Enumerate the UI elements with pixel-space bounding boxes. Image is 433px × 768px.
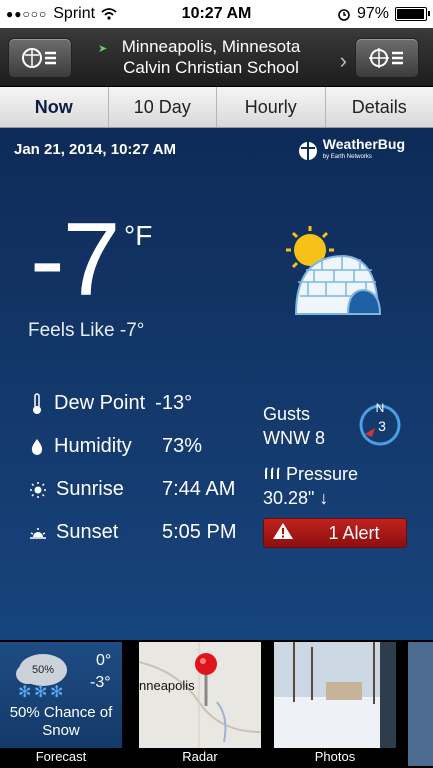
crosshair-menu-icon [369, 48, 403, 68]
sunrise-label-row: Sunrise [30, 478, 124, 501]
sun-igloo-icon [286, 226, 382, 315]
location-arrow-icon: ➤ [98, 43, 108, 55]
gusts-block: Gusts WNW 8 [263, 402, 325, 450]
bottom-tiles: ✻ ✻ ✻ 50% 0° -3° 50% Chance of Snow Foreca… [0, 640, 433, 768]
tab-bar: Now 10 Day Hourly Details [0, 87, 433, 128]
temperature-unit: °F [124, 220, 153, 251]
observation-date: Jan 21, 2014, 10:27 AM [14, 141, 177, 158]
feels-like: Feels Like -7° [28, 320, 145, 341]
app-header: ➤ Minneapolis, Minnesota Calvin Christia… [0, 28, 433, 87]
chance-badge: 50% [32, 664, 54, 676]
dew-point-label: Dew Point [54, 392, 146, 414]
location-selector[interactable]: ➤ Minneapolis, Minnesota Calvin Christia… [96, 36, 326, 78]
humidity-label-row: Humidity [30, 435, 132, 458]
map-pin-icon [195, 653, 217, 706]
sunset-label-row: Sunset [30, 521, 118, 544]
weatherbug-menu-icon [22, 48, 56, 68]
compass-north: N [376, 401, 385, 415]
tab-hourly[interactable]: Hourly [217, 87, 326, 127]
brand-sub: by Earth Networks [322, 154, 372, 160]
sunrise-icon [30, 481, 46, 498]
pressure-value: 30.28" ↓ [263, 488, 329, 508]
gusts-value: WNW 8 [263, 428, 325, 448]
pressure-label-row: Pressure [263, 462, 358, 486]
radar-tile[interactable]: nneapolis Radar [139, 642, 261, 766]
tab-details[interactable]: Details [326, 87, 433, 127]
current-conditions: Jan 21, 2014, 10:27 AM WeatherBug by Eart… [0, 128, 433, 640]
forecast-tile[interactable]: ✻ ✻ ✻ 50% 0° -3° 50% Chance of Snow Foreca… [0, 642, 122, 766]
svg-text:✻: ✻ [50, 684, 63, 700]
weatherbug-logo: WeatherBug by Earth Networks [297, 136, 405, 164]
sunrise-value: 7:44 AM [162, 478, 236, 500]
forecast-low: -3° [90, 674, 111, 691]
weatherbug-logo-icon [298, 142, 317, 160]
wind-compass-icon: N 3 [359, 401, 401, 446]
chevron-right-icon: › [339, 48, 347, 73]
pressure-label: Pressure [286, 464, 359, 484]
location-station: Calvin Christian School [123, 58, 299, 77]
radar-city: nneapolis [139, 678, 195, 693]
pressure-icon [265, 467, 280, 479]
photos-tile[interactable]: Photos [274, 642, 396, 766]
current-temperature: -7 [30, 202, 120, 318]
forecast-chance: 50% Chance of Snow [9, 704, 113, 739]
sunset-icon [30, 527, 46, 539]
pressure-block: Pressure 30.28" ↓ [263, 462, 358, 510]
humidity-value: 73% [162, 435, 203, 457]
brand-name: WeatherBug [322, 136, 405, 152]
alarm-icon [338, 9, 350, 21]
sunrise-label: Sunrise [56, 478, 124, 500]
location-city: Minneapolis, Minnesota [121, 37, 301, 56]
forecast-caption: Forecast [0, 748, 122, 766]
locations-button[interactable] [355, 38, 419, 78]
sunset-value: 5:05 PM [162, 521, 237, 543]
droplet-icon [31, 438, 43, 455]
alert-button[interactable]: 1 Alert [263, 518, 407, 548]
tab-now[interactable]: Now [0, 87, 109, 127]
more-tile[interactable] [408, 642, 433, 766]
thermometer-icon [33, 392, 41, 414]
sunset-label: Sunset [56, 521, 119, 543]
snow-cloud-icon: ✻ ✻ ✻ 50% [16, 654, 67, 700]
compass-speed: 3 [378, 418, 386, 434]
warning-icon [273, 522, 293, 539]
svg-text:✻: ✻ [34, 684, 47, 700]
dew-point-value: -13° [155, 392, 193, 414]
photos-caption: Photos [274, 748, 396, 766]
battery-percent: 97% [356, 5, 389, 22]
status-bar: ●●○○○ Sprint 10:27 AM 97% [0, 0, 433, 28]
alert-label: 1 Alert [328, 522, 380, 543]
battery-icon [395, 7, 430, 21]
dew-point-row: Dew Point -13° [30, 392, 192, 415]
snow-photo-image [274, 642, 396, 748]
humidity-label: Humidity [54, 435, 132, 457]
svg-text:✻: ✻ [18, 684, 31, 700]
gusts-label: Gusts [263, 404, 311, 424]
tab-10-day[interactable]: 10 Day [109, 87, 217, 127]
forecast-high: 0° [96, 652, 112, 669]
menu-button[interactable] [8, 38, 72, 78]
radar-caption: Radar [139, 748, 261, 766]
